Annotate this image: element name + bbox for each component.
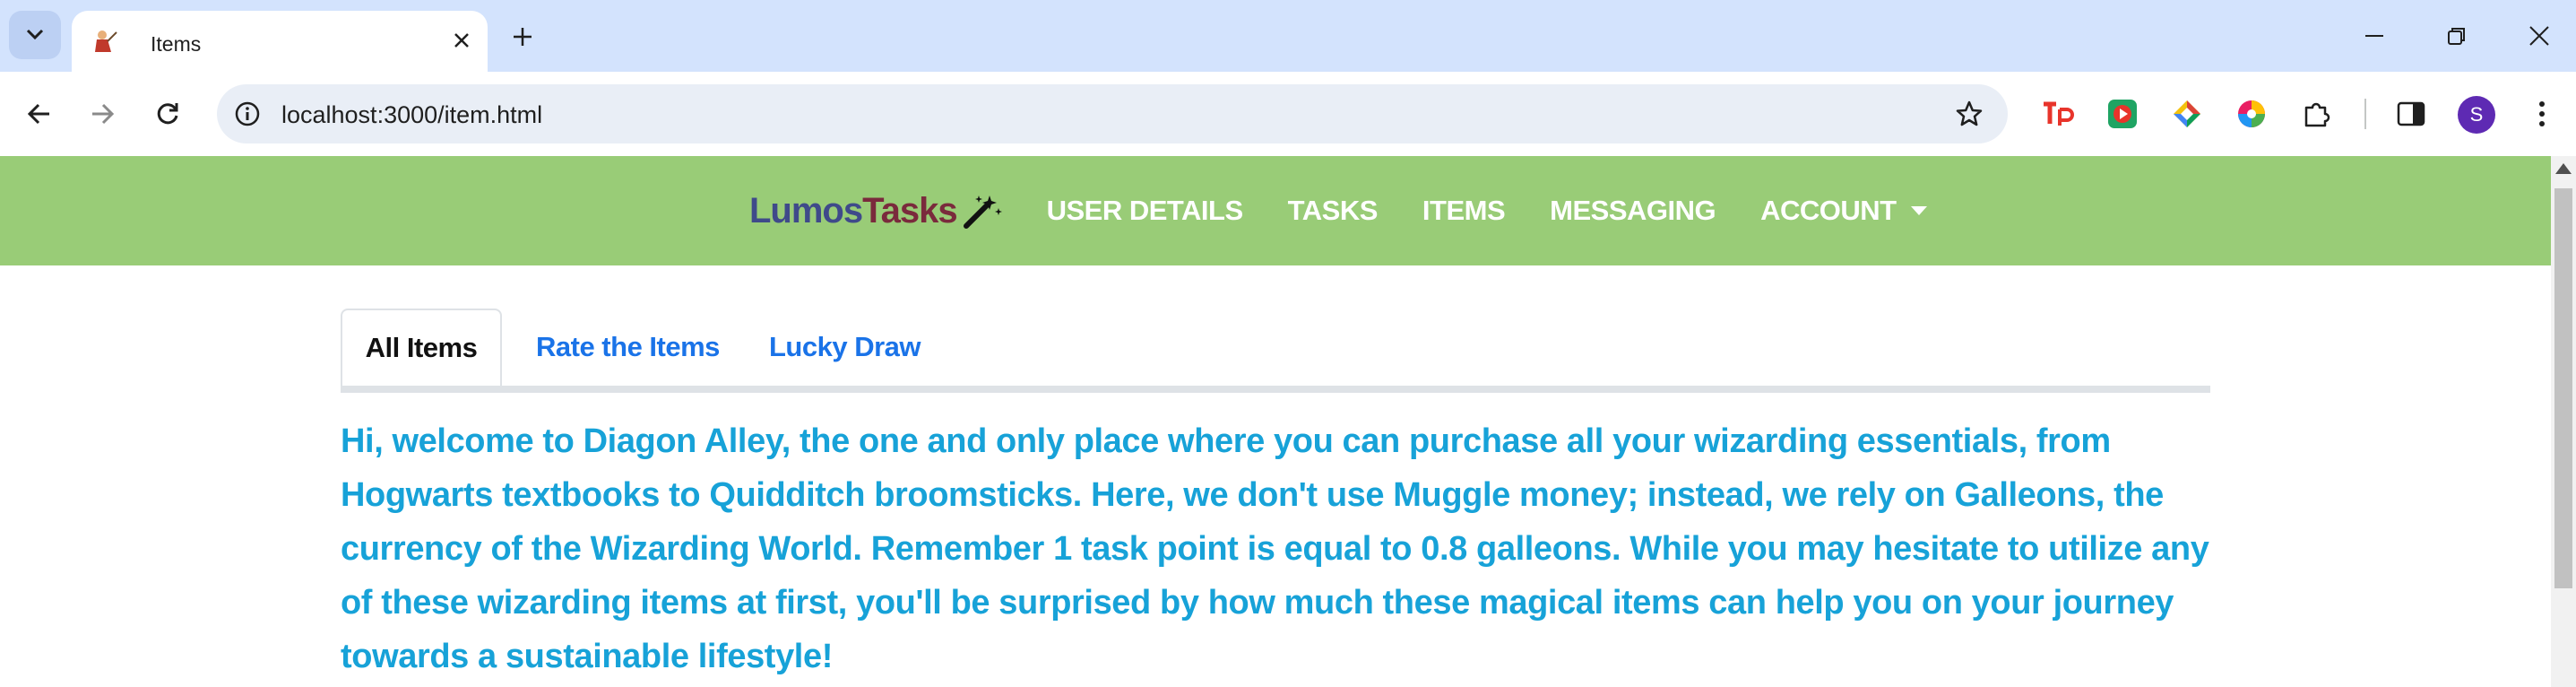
restore-icon [2448, 28, 2465, 45]
page-viewport: Lumos Tasks USER DETAILS TASKS ITEMS MESS… [0, 156, 2576, 687]
site-navbar: Lumos Tasks USER DETAILS TASKS ITEMS MESS… [0, 156, 2551, 265]
site-info-button[interactable] [228, 94, 267, 134]
close-window-button[interactable] [2517, 16, 2562, 56]
close-icon [2529, 26, 2549, 46]
toolbar-separator [2364, 99, 2366, 129]
close-icon [454, 33, 469, 48]
bookmark-button[interactable] [1950, 95, 1988, 133]
item-tabs: All Items Rate the Items Lucky Draw [341, 309, 2210, 393]
side-panel-icon [2397, 101, 2425, 126]
color-wheel-icon [2238, 100, 2265, 127]
nav-tasks[interactable]: TASKS [1288, 195, 1379, 227]
browser-tab[interactable]: Items [72, 11, 488, 72]
arrow-left-icon [27, 103, 49, 125]
url-text: localhost:3000/item.html [281, 101, 543, 128]
video-extension-icon [2108, 100, 2137, 128]
reload-button[interactable] [147, 93, 188, 135]
welcome-text: Hi, welcome to Diagon Alley, the one and… [341, 422, 2209, 675]
navbar-inner: Lumos Tasks USER DETAILS TASKS ITEMS MESS… [749, 156, 1972, 265]
restore-button[interactable] [2434, 16, 2479, 56]
browser-tab-strip: Items [0, 0, 2576, 72]
caret-down-icon [1910, 206, 1927, 215]
address-bar[interactable]: localhost:3000/item.html [217, 84, 2008, 143]
minimize-button[interactable] [2352, 16, 2397, 56]
nav-account-dropdown[interactable]: ACCOUNT [1760, 195, 1927, 227]
nav-user-details[interactable]: USER DETAILS [1047, 195, 1244, 227]
browser-toolbar: localhost:3000/item.html S [0, 72, 2576, 156]
forward-button[interactable] [82, 93, 124, 135]
tab-lucky-draw[interactable]: Lucky Draw [769, 309, 921, 386]
brand-name-part1: Lumos [749, 190, 863, 230]
profile-avatar[interactable]: S [2458, 96, 2495, 134]
scrollbar-thumb[interactable] [2554, 188, 2572, 588]
chevron-down-icon [26, 29, 44, 40]
plus-icon [514, 28, 532, 46]
star-icon [1956, 100, 1983, 126]
tab-all-items[interactable]: All Items [341, 309, 502, 386]
close-tab-button[interactable] [446, 25, 477, 56]
new-tab-button[interactable] [504, 18, 541, 56]
extension-video[interactable] [2103, 94, 2142, 134]
nav-account-label: ACCOUNT [1760, 195, 1897, 226]
color-diamond-icon [2174, 100, 2200, 127]
extension-tp[interactable] [2038, 94, 2078, 134]
tab-search-button[interactable] [9, 11, 61, 59]
tab-title: Items [151, 32, 202, 56]
more-vertical-icon [2539, 101, 2545, 126]
scroll-up-arrow-icon[interactable] [2555, 163, 2572, 174]
puzzle-icon [2304, 102, 2330, 127]
side-panel-button[interactable] [2391, 94, 2431, 134]
magic-wand-icon [963, 196, 1002, 229]
extensions-menu-button[interactable] [2296, 94, 2336, 134]
tp-extension-icon [2044, 101, 2074, 126]
brand-name-part2: Tasks [862, 190, 957, 230]
nav-items[interactable]: ITEMS [1422, 195, 1506, 227]
minimize-icon [2365, 35, 2383, 37]
extension-wheel[interactable] [2232, 94, 2271, 134]
browser-menu-button[interactable] [2522, 94, 2562, 134]
back-button[interactable] [18, 93, 59, 135]
arrow-right-icon [92, 103, 115, 125]
tab-rate-items[interactable]: Rate the Items [536, 309, 720, 386]
reload-icon [157, 103, 178, 125]
extension-color[interactable] [2167, 94, 2207, 134]
brand-logo[interactable]: Lumos Tasks [749, 191, 1004, 231]
info-icon [235, 101, 260, 126]
nav-messaging[interactable]: MESSAGING [1550, 195, 1716, 227]
wizard-favicon-icon [95, 30, 117, 52]
page-scrollbar[interactable] [2551, 156, 2576, 687]
